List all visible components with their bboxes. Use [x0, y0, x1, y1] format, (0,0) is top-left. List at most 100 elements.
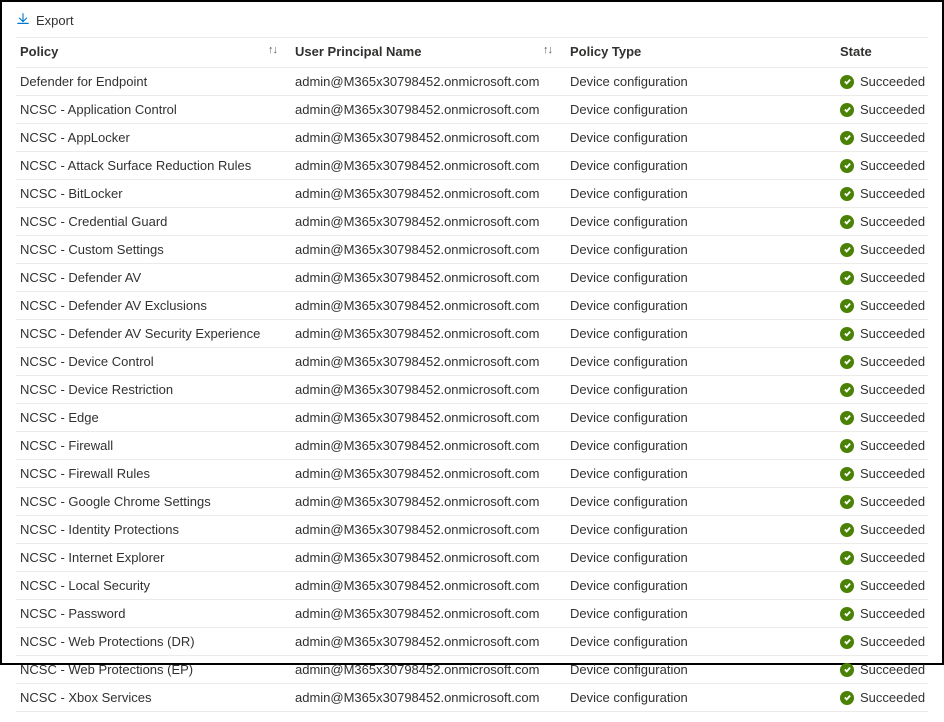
cell-upn: admin@M365x30798452.onmicrosoft.com — [291, 236, 566, 264]
cell-policy: NCSC - Password — [16, 600, 291, 628]
cell-state: Succeeded — [836, 572, 928, 600]
success-icon — [840, 271, 854, 285]
table-row[interactable]: NCSC - Passwordadmin@M365x30798452.onmic… — [16, 600, 928, 628]
table-row[interactable]: NCSC - Firewalladmin@M365x30798452.onmic… — [16, 432, 928, 460]
cell-state: Succeeded — [836, 180, 928, 208]
table-row[interactable]: NCSC - Internet Exploreradmin@M365x30798… — [16, 544, 928, 572]
download-icon[interactable] — [16, 12, 30, 29]
success-icon — [840, 467, 854, 481]
table-row[interactable]: NCSC - Web Protections (EP)admin@M365x30… — [16, 656, 928, 684]
state-text: Succeeded — [860, 522, 925, 537]
cell-state: Succeeded — [836, 292, 928, 320]
success-icon — [840, 159, 854, 173]
cell-type: Device configuration — [566, 180, 836, 208]
success-icon — [840, 299, 854, 313]
success-icon — [840, 103, 854, 117]
cell-state: Succeeded — [836, 516, 928, 544]
cell-upn: admin@M365x30798452.onmicrosoft.com — [291, 544, 566, 572]
table-row[interactable]: NCSC - BitLockeradmin@M365x30798452.onmi… — [16, 180, 928, 208]
table-row[interactable]: NCSC - Device Controladmin@M365x30798452… — [16, 348, 928, 376]
table-row[interactable]: NCSC - Google Chrome Settingsadmin@M365x… — [16, 488, 928, 516]
success-icon — [840, 215, 854, 229]
table-row[interactable]: NCSC - Local Securityadmin@M365x30798452… — [16, 572, 928, 600]
export-button[interactable]: Export — [36, 13, 74, 28]
column-header-policy[interactable]: Policy ↑↓ — [16, 38, 291, 68]
cell-upn: admin@M365x30798452.onmicrosoft.com — [291, 376, 566, 404]
table-row[interactable]: NCSC - Web Protections (DR)admin@M365x30… — [16, 628, 928, 656]
cell-state: Succeeded — [836, 488, 928, 516]
cell-type: Device configuration — [566, 96, 836, 124]
table-row[interactable]: NCSC - Device Restrictionadmin@M365x3079… — [16, 376, 928, 404]
cell-policy: NCSC - Web Protections (EP) — [16, 656, 291, 684]
cell-upn: admin@M365x30798452.onmicrosoft.com — [291, 348, 566, 376]
sort-icon[interactable]: ↑↓ — [268, 44, 277, 56]
cell-state: Succeeded — [836, 656, 928, 684]
success-icon — [840, 691, 854, 705]
cell-state: Succeeded — [836, 600, 928, 628]
cell-type: Device configuration — [566, 600, 836, 628]
table-row[interactable]: Defender for Endpointadmin@M365x30798452… — [16, 68, 928, 96]
cell-type: Device configuration — [566, 68, 836, 96]
cell-state: Succeeded — [836, 208, 928, 236]
cell-type: Device configuration — [566, 124, 836, 152]
state-text: Succeeded — [860, 270, 925, 285]
cell-policy: NCSC - Device Restriction — [16, 376, 291, 404]
cell-policy: NCSC - Xbox Services — [16, 684, 291, 712]
table-row[interactable]: NCSC - Defender AV Exclusionsadmin@M365x… — [16, 292, 928, 320]
cell-type: Device configuration — [566, 544, 836, 572]
column-header-label: User Principal Name — [295, 44, 421, 59]
table-row[interactable]: NCSC - Edgeadmin@M365x30798452.onmicroso… — [16, 404, 928, 432]
cell-policy: NCSC - Firewall Rules — [16, 460, 291, 488]
column-header-label: Policy Type — [570, 44, 641, 59]
table-row[interactable]: NCSC - Defender AVadmin@M365x30798452.on… — [16, 264, 928, 292]
column-header-state[interactable]: State — [836, 38, 928, 68]
success-icon — [840, 411, 854, 425]
cell-state: Succeeded — [836, 236, 928, 264]
table-row[interactable]: NCSC - Firewall Rulesadmin@M365x30798452… — [16, 460, 928, 488]
column-header-label: State — [840, 44, 872, 59]
table-header-row: Policy ↑↓ User Principal Name ↑↓ Policy … — [16, 38, 928, 68]
table-row[interactable]: NCSC - Identity Protectionsadmin@M365x30… — [16, 516, 928, 544]
success-icon — [840, 635, 854, 649]
cell-policy: Defender for Endpoint — [16, 68, 291, 96]
cell-type: Device configuration — [566, 320, 836, 348]
cell-type: Device configuration — [566, 572, 836, 600]
cell-type: Device configuration — [566, 628, 836, 656]
table-row[interactable]: NCSC - Custom Settingsadmin@M365x3079845… — [16, 236, 928, 264]
cell-upn: admin@M365x30798452.onmicrosoft.com — [291, 264, 566, 292]
table-row[interactable]: NCSC - AppLockeradmin@M365x30798452.onmi… — [16, 124, 928, 152]
sort-icon[interactable]: ↑↓ — [543, 44, 552, 56]
cell-policy: NCSC - Attack Surface Reduction Rules — [16, 152, 291, 180]
cell-state: Succeeded — [836, 96, 928, 124]
state-text: Succeeded — [860, 438, 925, 453]
cell-state: Succeeded — [836, 376, 928, 404]
state-text: Succeeded — [860, 634, 925, 649]
cell-policy: NCSC - Defender AV Security Experience — [16, 320, 291, 348]
cell-type: Device configuration — [566, 292, 836, 320]
cell-state: Succeeded — [836, 684, 928, 712]
cell-type: Device configuration — [566, 208, 836, 236]
table-row[interactable]: NCSC - Xbox Servicesadmin@M365x30798452.… — [16, 684, 928, 712]
state-text: Succeeded — [860, 662, 925, 677]
cell-state: Succeeded — [836, 544, 928, 572]
cell-policy: NCSC - Credential Guard — [16, 208, 291, 236]
table-row[interactable]: NCSC - Attack Surface Reduction Rulesadm… — [16, 152, 928, 180]
cell-state: Succeeded — [836, 124, 928, 152]
success-icon — [840, 579, 854, 593]
state-text: Succeeded — [860, 242, 925, 257]
cell-state: Succeeded — [836, 460, 928, 488]
column-header-upn[interactable]: User Principal Name ↑↓ — [291, 38, 566, 68]
table-row[interactable]: NCSC - Application Controladmin@M365x307… — [16, 96, 928, 124]
table-row[interactable]: NCSC - Defender AV Security Experiencead… — [16, 320, 928, 348]
cell-upn: admin@M365x30798452.onmicrosoft.com — [291, 628, 566, 656]
state-text: Succeeded — [860, 102, 925, 117]
cell-state: Succeeded — [836, 264, 928, 292]
cell-upn: admin@M365x30798452.onmicrosoft.com — [291, 320, 566, 348]
table-row[interactable]: NCSC - Credential Guardadmin@M365x307984… — [16, 208, 928, 236]
column-header-type[interactable]: Policy Type — [566, 38, 836, 68]
column-header-label: Policy — [20, 44, 58, 59]
cell-policy: NCSC - Application Control — [16, 96, 291, 124]
state-text: Succeeded — [860, 326, 925, 341]
state-text: Succeeded — [860, 494, 925, 509]
cell-type: Device configuration — [566, 460, 836, 488]
